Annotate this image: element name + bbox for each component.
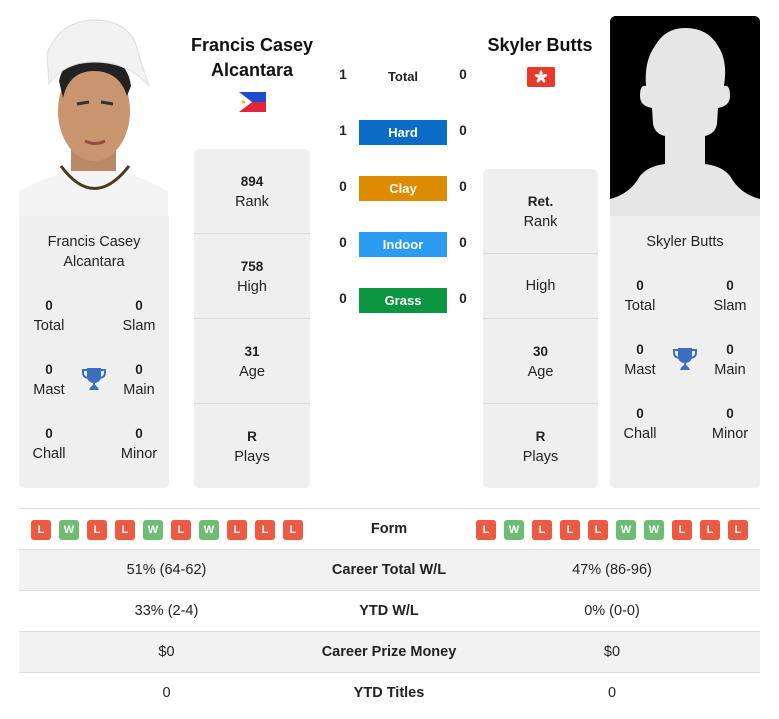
table-row: $0 Career Prize Money $0	[19, 631, 760, 672]
player2-mast-titles: 0 Mast	[624, 342, 656, 378]
player1-mast-titles: 0 Mast	[33, 362, 65, 398]
h2h-total-p1: 1	[339, 67, 347, 82]
player1-total-titles: 0 Total	[33, 298, 65, 334]
loss-badge[interactable]: L	[728, 520, 748, 540]
h2h-total-label: Total	[387, 69, 419, 84]
loss-badge[interactable]: L	[283, 520, 303, 540]
player2-high: High	[525, 278, 556, 294]
h2h-total-p2: 0	[459, 67, 467, 82]
loss-badge[interactable]: L	[255, 520, 275, 540]
loss-badge[interactable]: L	[227, 520, 247, 540]
divider	[483, 403, 598, 404]
player1-rank: 894 Rank	[235, 174, 269, 210]
loss-badge[interactable]: L	[171, 520, 191, 540]
player2-card-name: Skyler Butts	[646, 234, 724, 250]
h2h-clay-p2: 0	[459, 179, 467, 194]
surface-indoor[interactable]: Indoor	[359, 232, 447, 257]
player1-slam-titles: 0 Slam	[122, 298, 156, 334]
player2-plays: R Plays	[522, 429, 559, 465]
player2-photo-placeholder	[610, 16, 760, 216]
win-badge[interactable]: W	[143, 520, 163, 540]
divider	[194, 233, 310, 234]
player1-photo	[19, 16, 168, 216]
player1-rank-box: 894 Rank 758 High 31 Age R Plays	[194, 149, 310, 488]
surface-grass[interactable]: Grass	[359, 288, 447, 313]
loss-badge[interactable]: L	[560, 520, 580, 540]
row-label: Career Total W/L	[331, 562, 447, 578]
win-badge[interactable]: W	[59, 520, 79, 540]
h2h-indoor-p1: 0	[339, 235, 347, 250]
divider	[483, 253, 598, 254]
player1-minor-titles: 0 Minor	[120, 426, 158, 462]
loss-badge[interactable]: L	[532, 520, 552, 540]
philippines-flag-icon	[239, 92, 266, 112]
trophy-icon	[81, 366, 107, 392]
player1-plays: R Plays	[234, 429, 270, 465]
player1-name[interactable]: Francis Casey Alcantara	[182, 33, 322, 83]
loss-badge[interactable]: L	[588, 520, 608, 540]
player2-rank: Ret. Rank	[523, 194, 558, 230]
loss-badge[interactable]: L	[115, 520, 135, 540]
surface-clay[interactable]: Clay	[359, 176, 447, 201]
player1-card-name-line2: Alcantara	[63, 254, 125, 270]
hong-kong-flag-icon	[527, 67, 555, 87]
loss-badge[interactable]: L	[476, 520, 496, 540]
player2-form: LWLLLWWLLL	[476, 520, 748, 540]
player2-value: 47% (86-96)	[572, 562, 652, 578]
player2-value: 0	[607, 685, 617, 701]
player2-rank-box: Ret. Rank High 30 Age R Plays	[483, 169, 598, 488]
player1-titles-card: Francis Casey Alcantara 0 Total 0 Slam 0 Ma…	[19, 216, 169, 488]
player1-card-name-line1: Francis Casey	[47, 234, 141, 250]
player1-main-titles: 0 Main	[123, 362, 155, 398]
row-label: YTD W/L	[359, 603, 419, 619]
loss-badge[interactable]: L	[87, 520, 107, 540]
table-row: 51% (64-62) Career Total W/L 47% (86-96)	[19, 549, 760, 590]
player2-main-titles: 0 Main	[714, 342, 746, 378]
h2h-hard-p2: 0	[459, 123, 467, 138]
win-badge[interactable]: W	[644, 520, 664, 540]
row-label: Career Prize Money	[321, 644, 457, 660]
player1-value: $0	[158, 644, 175, 660]
loss-badge[interactable]: L	[672, 520, 692, 540]
win-badge[interactable]: W	[504, 520, 524, 540]
win-badge[interactable]: W	[199, 520, 219, 540]
player1-age: 31 Age	[239, 344, 265, 380]
surface-hard[interactable]: Hard	[359, 120, 447, 145]
divider	[194, 318, 310, 319]
player2-value: $0	[603, 644, 621, 660]
form-row: LWLLWLWLLL Form LWLLLWWLLL	[19, 508, 760, 549]
row-label: YTD Titles	[353, 685, 425, 701]
player1-value: 33% (2-4)	[134, 603, 199, 619]
player2-chall-titles: 0 Chall	[623, 406, 657, 442]
loss-badge[interactable]: L	[700, 520, 720, 540]
player2-slam-titles: 0 Slam	[713, 278, 747, 314]
trophy-icon	[672, 346, 698, 372]
table-row: 0 YTD Titles 0	[19, 672, 760, 713]
h2h-hard-p1: 1	[339, 123, 347, 138]
player1-high: 758 High	[237, 259, 267, 295]
loss-badge[interactable]: L	[31, 520, 51, 540]
player2-age: 30 Age	[527, 344, 554, 380]
win-badge[interactable]: W	[616, 520, 636, 540]
player1-chall-titles: 0 Chall	[32, 426, 66, 462]
player2-value: 0% (0-0)	[584, 603, 640, 619]
player1-value: 0	[162, 685, 171, 701]
h2h-indoor-p2: 0	[459, 235, 467, 250]
divider	[194, 403, 310, 404]
player1-form: LWLLWLWLLL	[31, 520, 303, 540]
h2h-grass-p2: 0	[459, 291, 467, 306]
h2h-grass-p1: 0	[339, 291, 347, 306]
player2-minor-titles: 0 Minor	[711, 406, 749, 442]
h2h-clay-p1: 0	[339, 179, 347, 194]
divider	[483, 318, 598, 319]
player1-value: 51% (64-62)	[126, 562, 207, 578]
table-row: 33% (2-4) YTD W/L 0% (0-0)	[19, 590, 760, 631]
player2-total-titles: 0 Total	[624, 278, 656, 314]
form-label: Form	[370, 521, 408, 537]
player2-titles-card: Skyler Butts 0 Total 0 Slam 0 Mast 0 Main 0C…	[610, 216, 760, 488]
player2-name[interactable]: Skyler Butts	[470, 33, 610, 58]
